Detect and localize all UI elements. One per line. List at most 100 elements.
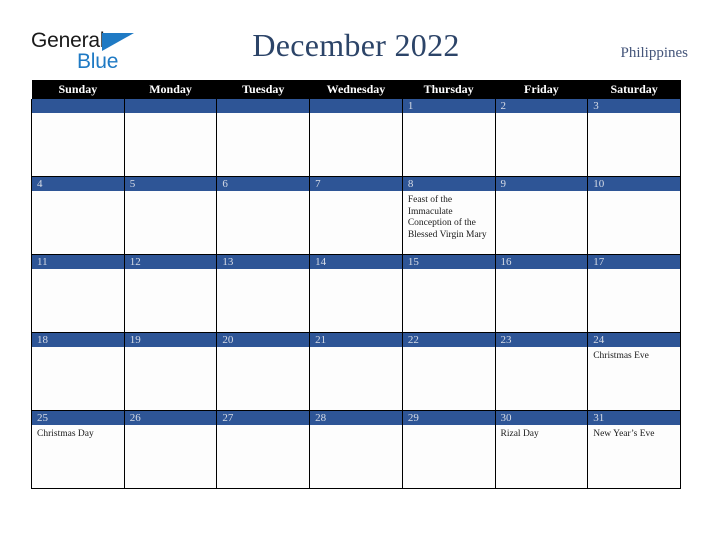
day-number: 5 (125, 177, 216, 191)
calendar-day-cell[interactable]: 29 (401, 410, 496, 489)
calendar-day-cell[interactable]: 17 (587, 254, 681, 333)
calendar-day-cell[interactable] (216, 99, 311, 177)
calendar-day-cell[interactable] (309, 99, 403, 177)
day-event-text: Feast of the Immaculate Conception of th… (407, 195, 487, 240)
calendar-day-cell[interactable]: 8 Feast of the Immaculate Conception of t… (401, 176, 496, 255)
day-number: 14 (310, 255, 402, 269)
weekday-header-monday: Monday (124, 80, 217, 99)
calendar-day-cell[interactable]: 3 (587, 99, 681, 177)
calendar-day-cell[interactable]: 21 (309, 332, 403, 411)
calendar-day-cell[interactable]: 31 New Year’s Eve (587, 410, 681, 489)
calendar-week-row: 11 12 13 14 15 16 17 (31, 254, 681, 333)
day-number: 9 (496, 177, 587, 191)
day-event-text (311, 191, 402, 195)
day-event-text (32, 347, 123, 351)
calendar-grid: Sunday Monday Tuesday Wednesday Thursday… (31, 80, 681, 489)
day-number: 20 (217, 333, 309, 347)
calendar-day-cell[interactable]: 19 (123, 332, 218, 411)
day-event-text: Christmas Eve (593, 351, 649, 361)
calendar-day-cell[interactable]: 7 (309, 176, 403, 255)
day-event-text (496, 347, 587, 351)
calendar-day-cell[interactable]: 4 (31, 176, 125, 255)
day-event-text (218, 425, 309, 429)
day-number (32, 99, 124, 113)
calendar-day-cell[interactable]: 24 Christmas Eve (587, 332, 681, 411)
day-event-text: Rizal Day (500, 429, 539, 439)
calendar-day-cell[interactable]: 22 (401, 332, 496, 411)
calendar-day-cell[interactable]: 11 (31, 254, 125, 333)
day-event-text (218, 347, 309, 351)
day-number (125, 99, 216, 113)
calendar-day-cell[interactable]: 28 (309, 410, 403, 489)
day-number (217, 99, 309, 113)
calendar-day-cell[interactable]: 20 (216, 332, 311, 411)
day-number: 31 (588, 411, 680, 425)
calendar-day-cell[interactable]: 14 (309, 254, 403, 333)
calendar-week-row: 18 19 20 21 22 23 24 Christmas Eve (31, 332, 681, 411)
day-number: 10 (588, 177, 680, 191)
calendar-day-cell[interactable]: 1 (401, 99, 496, 177)
day-number: 21 (310, 333, 402, 347)
day-event-text (496, 269, 587, 273)
day-event-text (403, 269, 494, 273)
day-number: 12 (125, 255, 216, 269)
page-title: December 2022 (252, 27, 460, 63)
day-number: 29 (403, 411, 495, 425)
calendar-day-cell[interactable]: 6 (216, 176, 311, 255)
day-event-text (403, 347, 494, 351)
day-number: 3 (588, 99, 680, 113)
weekday-header-saturday: Saturday (587, 80, 681, 99)
day-number: 18 (32, 333, 124, 347)
day-number: 17 (588, 255, 680, 269)
weekday-header-row: Sunday Monday Tuesday Wednesday Thursday… (31, 80, 681, 99)
country-label: Philippines (620, 45, 688, 61)
calendar-body: 1 2 3 4 5 6 7 8 Feast of the Immaculate Concepti… (31, 99, 681, 489)
day-number: 1 (403, 99, 495, 113)
calendar-week-row: 4 5 6 7 8 Feast of the Immaculate Conception … (31, 176, 681, 255)
day-number: 24 (588, 333, 680, 347)
day-event-text (125, 191, 216, 195)
day-event-text (32, 113, 123, 117)
calendar-day-cell[interactable]: 23 (494, 332, 589, 411)
calendar-week-row: 123 (31, 99, 681, 177)
day-number: 6 (217, 177, 309, 191)
day-number: 16 (496, 255, 587, 269)
day-event-text: New Year’s Eve (593, 429, 655, 439)
day-number: 13 (217, 255, 309, 269)
day-event-text (311, 113, 402, 117)
day-event-text (403, 425, 494, 429)
calendar-day-cell[interactable]: 27 (216, 410, 311, 489)
day-number: 28 (310, 411, 402, 425)
calendar-day-cell[interactable] (123, 99, 218, 177)
calendar-day-cell[interactable]: 9 (494, 176, 589, 255)
calendar-day-cell[interactable]: 26 (123, 410, 218, 489)
calendar-day-cell[interactable]: 2 (494, 99, 589, 177)
weekday-header-friday: Friday (495, 80, 588, 99)
page-header: General Blue December 2022 Philippines (0, 0, 712, 80)
weekday-header-tuesday: Tuesday (216, 80, 310, 99)
calendar-day-cell[interactable]: 30 Rizal Day (494, 410, 589, 489)
calendar-day-cell[interactable]: 12 (123, 254, 218, 333)
day-event-text: Christmas Day (37, 429, 94, 439)
day-event-text (311, 347, 402, 351)
calendar-day-cell[interactable]: 5 (123, 176, 218, 255)
day-event-text (496, 113, 587, 117)
weekday-header-thursday: Thursday (402, 80, 496, 99)
calendar-day-cell[interactable]: 16 (494, 254, 589, 333)
calendar-day-cell[interactable] (31, 99, 125, 177)
day-number: 23 (496, 333, 587, 347)
day-event-text (32, 191, 123, 195)
calendar-day-cell[interactable]: 15 (401, 254, 496, 333)
day-number: 27 (217, 411, 309, 425)
day-number: 4 (32, 177, 124, 191)
day-event-text (496, 191, 587, 195)
day-event-text (311, 269, 402, 273)
calendar-day-cell[interactable]: 25 Christmas Day (31, 410, 125, 489)
day-number: 2 (496, 99, 587, 113)
day-event-text (218, 113, 309, 117)
calendar-day-cell[interactable]: 18 (31, 332, 125, 411)
calendar-day-cell[interactable]: 10 (587, 176, 681, 255)
calendar-day-cell[interactable]: 13 (216, 254, 311, 333)
day-number: 26 (125, 411, 216, 425)
day-event-text (589, 113, 680, 117)
